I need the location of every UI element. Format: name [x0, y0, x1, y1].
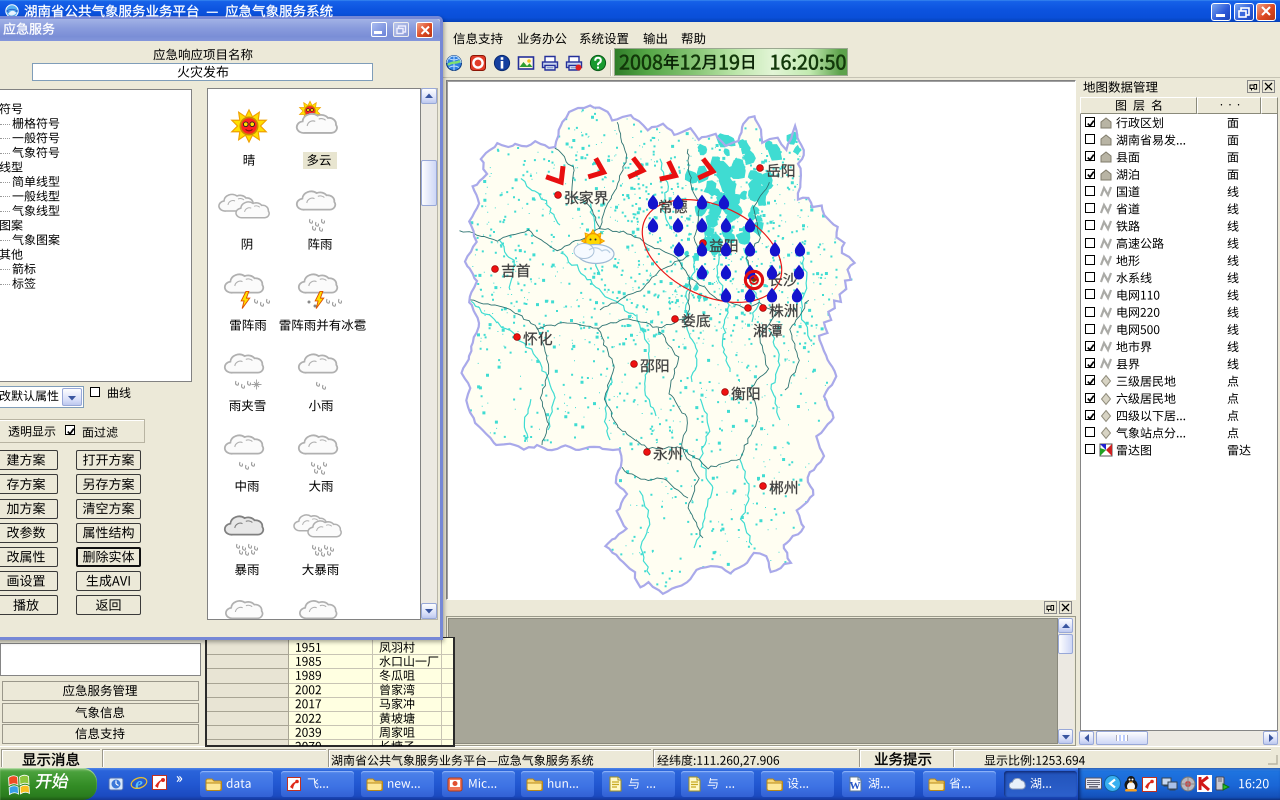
svg-text:e: e — [135, 774, 143, 792]
svg-text:W: W — [850, 780, 861, 792]
